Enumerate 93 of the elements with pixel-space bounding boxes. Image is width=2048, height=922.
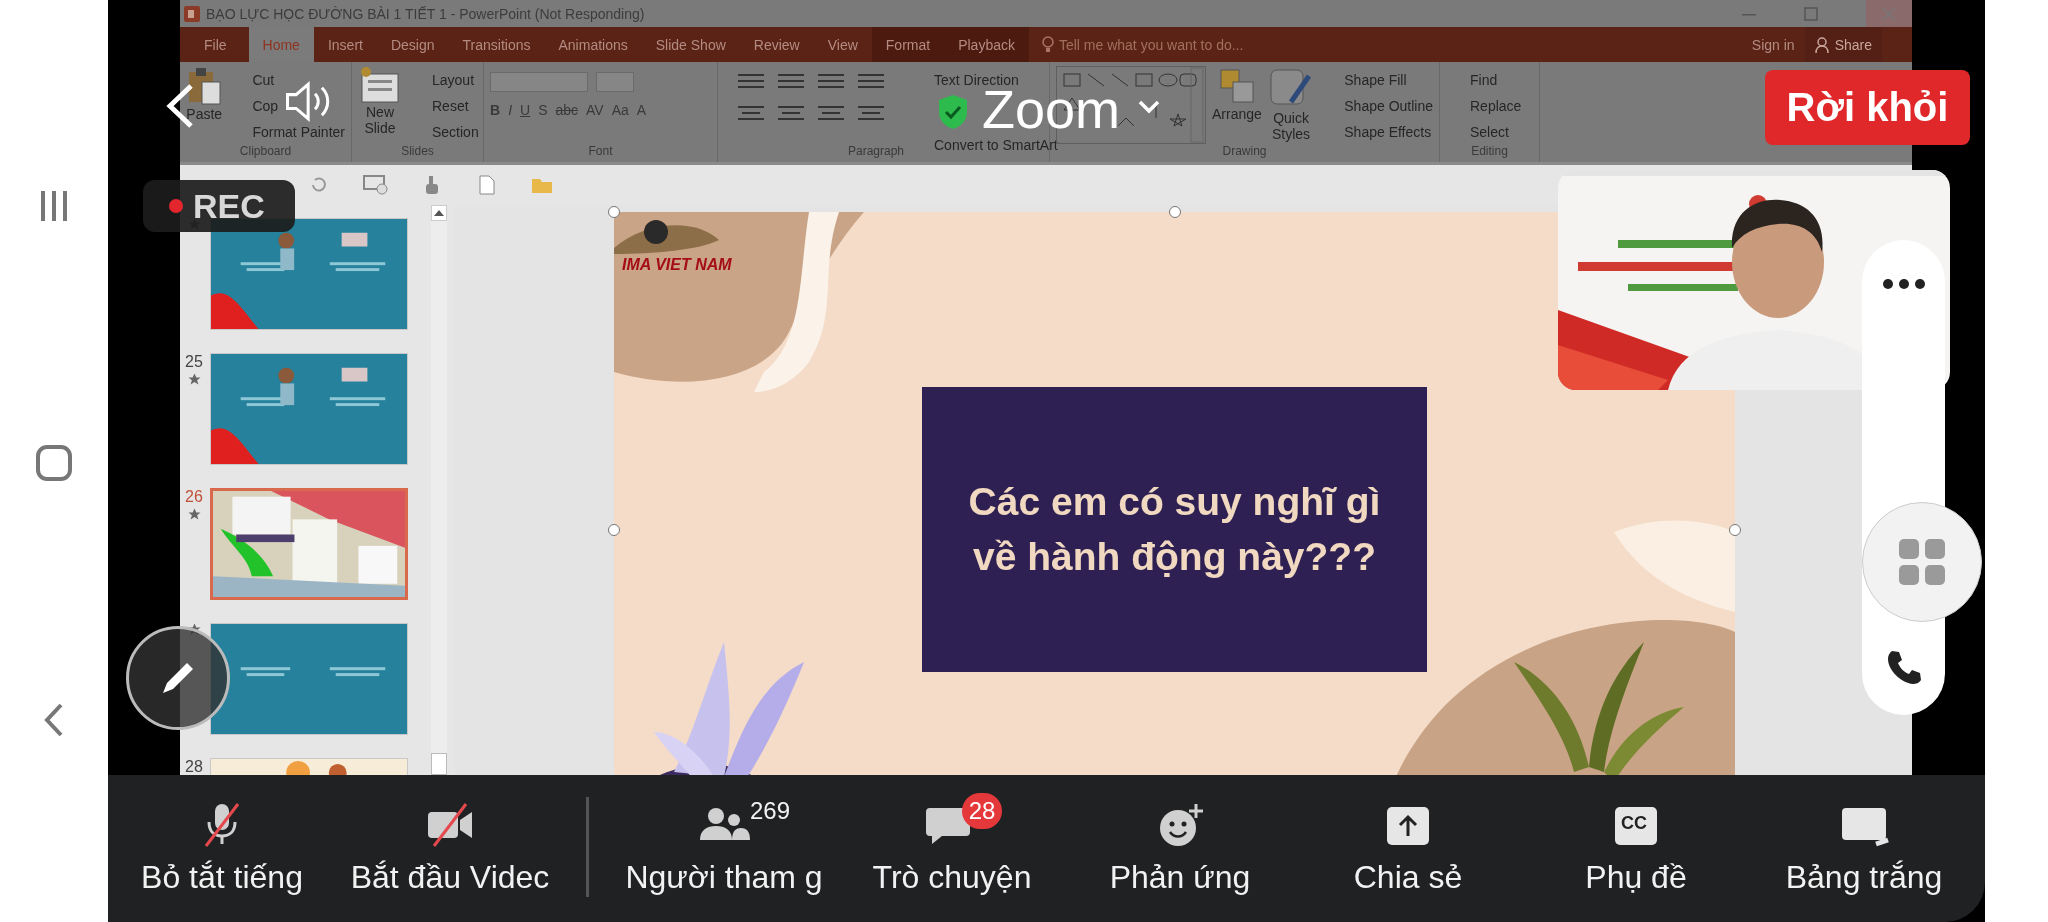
window-title: BẠO LỰC HỌC ĐƯỜNG BÀI 1 TIẾT 1 - PowerPoint (Not Responding) [206,5,645,22]
ribbon-command[interactable]: Section [412,124,479,141]
font-size-field[interactable] [596,72,634,92]
toolbar-button[interactable]: CC Phụ đề [1522,775,1750,922]
monitor-icon[interactable] [362,174,388,196]
ribbon-command[interactable]: Shape Effects [1324,124,1433,141]
group-label: Slides [400,144,435,160]
powerpoint-icon [184,5,200,22]
more-icon [1881,278,1926,290]
ribbon-command[interactable]: Cop [232,98,345,115]
question-text: Các em có suy nghĩ gì về hành động này??? [967,478,1382,580]
slide-icon [358,66,402,104]
slide-thumbnail[interactable] [210,488,408,600]
recent-apps-icon[interactable] [39,188,69,223]
toolbar-button[interactable]: Bảng trắng [1750,775,1978,922]
recording-dot-icon [169,199,183,213]
leave-button[interactable]: Rời khỏi [1765,70,1970,145]
ribbon-tab[interactable]: Review [739,27,814,62]
star-icon [187,508,201,521]
person-icon [1814,35,1831,54]
caret-icon[interactable] [1138,100,1160,114]
lightbulb-icon [1040,35,1055,54]
format-button[interactable]: S [538,102,548,118]
group-label: Clipboard [238,144,293,160]
ribbon-command[interactable]: Format Painter [232,124,345,141]
scroll-up-button[interactable] [431,205,447,221]
sign-in-link[interactable]: Sign in [1741,27,1805,62]
tell-me-field[interactable]: Tell me what you want to do... [1040,27,1244,62]
slide-number: 28 [185,758,203,775]
resize-handle[interactable] [1169,206,1181,218]
toolbar-button[interactable]: Phản ứng [1066,775,1294,922]
ribbon-command[interactable]: Shape Fill [1324,72,1433,89]
format-button[interactable]: I [508,102,512,118]
clipboard-icon [186,66,223,106]
ribbon-tab[interactable]: Transitions [448,27,545,62]
share-button[interactable]: Share [1804,27,1882,62]
grid-icon [1897,537,1947,587]
unread-badge: 28 [962,793,1002,829]
ribbon-button[interactable]: New Slide [358,66,402,137]
format-button[interactable]: Aa [611,102,629,118]
toolbar-button[interactable]: 269 Người tham g [610,775,838,922]
group-label: Editing [1470,144,1509,160]
ribbon-tab[interactable]: View [813,27,872,62]
ribbon-button[interactable]: Paste [186,66,223,123]
recording-label: REC [193,186,265,226]
ribbon-tab[interactable]: Insert [313,27,377,62]
more-button[interactable] [1881,278,1926,290]
ribbon-command[interactable]: Find [1450,72,1522,89]
ribbon-tab[interactable]: File [180,27,249,62]
ribbon-command[interactable]: Replace [1450,98,1522,115]
captions-icon-text: CC [1621,813,1647,834]
resize-handle[interactable] [608,524,620,536]
shield-check-icon [937,94,969,130]
ribbon-command[interactable]: Layout [412,72,479,89]
ribbon-command[interactable]: Cut [232,72,345,89]
format-button[interactable]: AV [586,102,604,118]
format-button[interactable]: U [520,102,531,118]
slide-thumbnail[interactable] [210,218,408,330]
group-label: Font [587,144,614,160]
ribbon-tab[interactable]: Design [376,27,449,62]
participant-count: 269 [750,797,791,825]
caret-icon [434,210,444,216]
format-button[interactable]: A [636,102,647,118]
ribbon-tab[interactable]: Home [248,27,314,62]
home-icon[interactable] [35,443,73,482]
ribbon-command[interactable]: Convert to SmartArt [914,137,1058,154]
slide-thumbnail[interactable] [210,353,408,465]
ribbon-tab[interactable]: Animations [544,27,642,62]
slide-thumbnail[interactable] [210,623,408,735]
format-button[interactable]: B [490,102,501,118]
slide-number: 25 [185,353,203,371]
toolbar-button[interactable]: Bỏ tắt tiếng [108,775,336,922]
scroll-thumb[interactable] [431,753,447,775]
group-label: Paragraph [848,144,905,160]
logo-text: IMA VIET NAM [622,256,732,274]
ribbon-button[interactable]: Quick Styles [1267,66,1315,143]
ribbon-command[interactable]: Shape Outline [1324,98,1433,115]
ribbon-tab[interactable]: Slide Show [641,27,740,62]
slide-number: 26 [185,488,203,506]
font-name-field[interactable] [490,72,588,92]
format-button[interactable]: abc [555,102,579,118]
ribbon-command[interactable]: Reset [412,98,479,115]
new-document-icon[interactable] [478,174,496,196]
star-icon [187,373,201,386]
ribbon-button[interactable]: Arrange [1212,66,1262,123]
toolbar-button[interactable]: 28 Trò chuyện [838,775,1066,922]
resize-handle[interactable] [608,206,620,218]
toolbar-button[interactable]: Chia sẻ [1294,775,1522,922]
ribbon-tab[interactable]: Format [871,27,945,62]
ribbon-tab[interactable]: Playback [944,27,1029,62]
ribbon-command[interactable]: Select [1450,124,1522,141]
toolbar-button[interactable]: Bắt đầu Videc [336,775,564,922]
ribbon-command[interactable]: Text Direction [914,72,1058,89]
